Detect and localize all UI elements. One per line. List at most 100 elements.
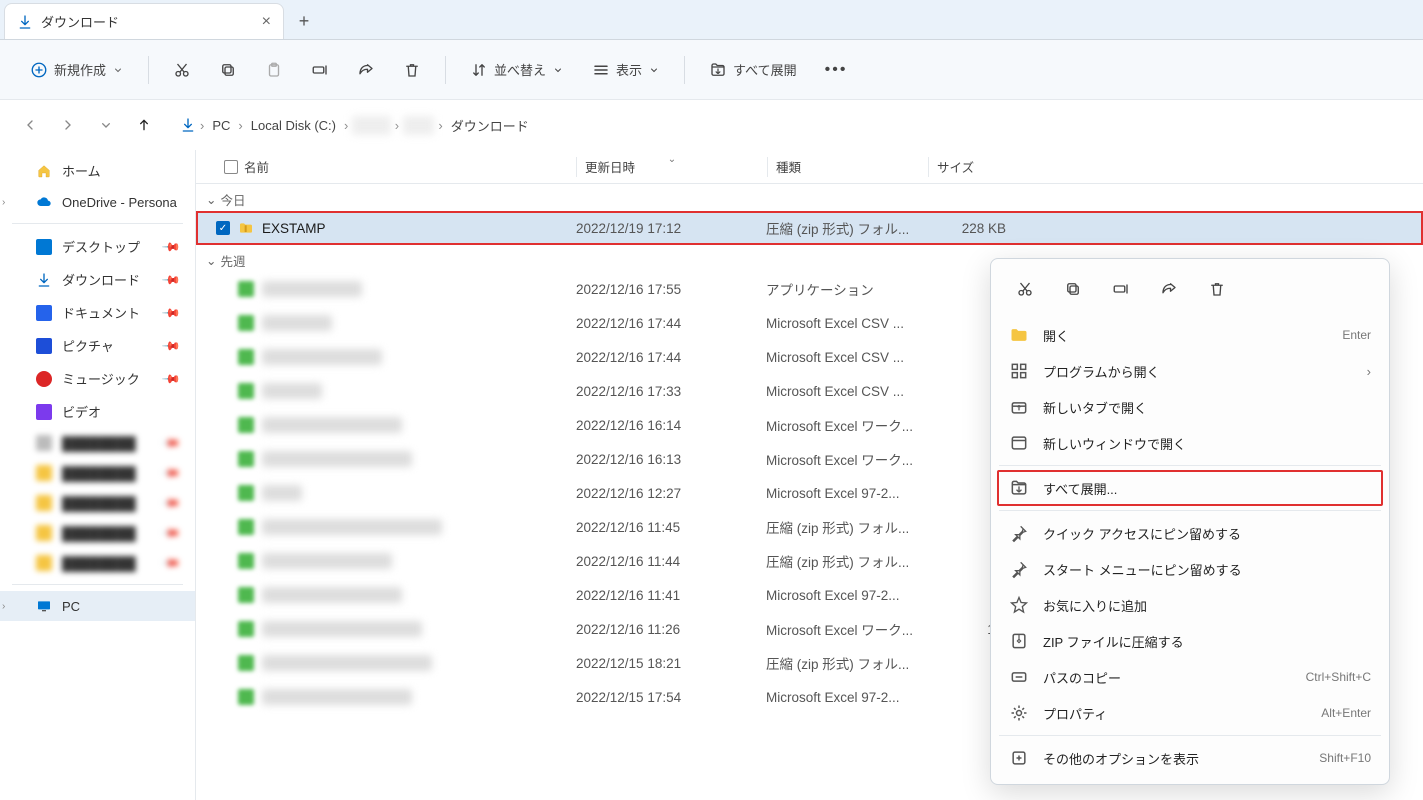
cloud-icon bbox=[36, 194, 52, 210]
sidebar-item-redacted[interactable]: ████████📌 bbox=[0, 488, 195, 518]
file-row-selected[interactable]: ✓ EXSTAMP 2022/12/19 17:12 圧縮 (zip 形式) フ… bbox=[196, 211, 1423, 245]
ctx-compress-zip[interactable]: ZIP ファイルに圧縮する bbox=[997, 623, 1383, 659]
sidebar-label: ピクチャ bbox=[62, 336, 114, 355]
sidebar-item-videos[interactable]: ビデオ bbox=[0, 395, 195, 428]
chevron-down-icon: ⌄ bbox=[206, 253, 216, 268]
col-type[interactable]: 種類 bbox=[768, 157, 928, 176]
ctx-label: クイック アクセスにピン留めする bbox=[1043, 524, 1241, 543]
sidebar-item-home[interactable]: ホーム bbox=[0, 154, 195, 187]
file-date: 2022/12/16 17:44 bbox=[576, 316, 766, 331]
document-icon bbox=[36, 305, 52, 321]
ctx-label: スタート メニューにピン留めする bbox=[1043, 560, 1242, 579]
sidebar-item-redacted[interactable]: ████████📌 bbox=[0, 548, 195, 578]
ctx-open-new-window[interactable]: 新しいウィンドウで開く bbox=[997, 425, 1383, 461]
ctx-favorite[interactable]: お気に入りに追加 bbox=[997, 587, 1383, 623]
file-date: 2022/12/16 11:41 bbox=[576, 588, 766, 603]
select-all-checkbox[interactable] bbox=[224, 160, 238, 174]
sidebar-item-music[interactable]: ミュージック📌 bbox=[0, 362, 195, 395]
sidebar-item-onedrive[interactable]: › OneDrive - Persona bbox=[0, 187, 195, 217]
trash-icon bbox=[1208, 280, 1226, 298]
home-icon bbox=[36, 163, 52, 179]
file-date: 2022/12/16 16:13 bbox=[576, 452, 766, 467]
more-icon bbox=[1009, 748, 1029, 768]
ctx-label: お気に入りに追加 bbox=[1043, 596, 1147, 615]
crumb-redacted[interactable] bbox=[403, 116, 434, 135]
ctx-label: パスのコピー bbox=[1043, 668, 1121, 687]
sort-desc-icon: ⌄ bbox=[668, 154, 676, 165]
ctx-shortcut: Ctrl+Shift+C bbox=[1306, 670, 1371, 684]
folder-zip-icon bbox=[238, 220, 254, 236]
ctx-shortcut: Enter bbox=[1342, 328, 1371, 342]
video-icon bbox=[36, 404, 52, 420]
sidebar-label: デスクトップ bbox=[62, 237, 140, 256]
group-today[interactable]: ⌄今日 bbox=[196, 184, 1423, 211]
zip-icon bbox=[1009, 631, 1029, 651]
sidebar-label: ダウンロード bbox=[62, 270, 140, 289]
separator bbox=[999, 735, 1381, 736]
ctx-delete-button[interactable] bbox=[1195, 271, 1239, 307]
file-name-redacted bbox=[262, 417, 402, 433]
col-date[interactable]: ⌄ 更新日時 bbox=[577, 157, 767, 176]
ctx-copy-path[interactable]: パスのコピー Ctrl+Shift+C bbox=[997, 659, 1383, 695]
file-type: Microsoft Excel CSV ... bbox=[766, 384, 926, 399]
ctx-cut-button[interactable] bbox=[1003, 271, 1047, 307]
file-icon bbox=[238, 451, 254, 467]
ctx-label: プログラムから開く bbox=[1043, 362, 1160, 381]
col-type-label: 種類 bbox=[776, 157, 801, 176]
file-date: 2022/12/16 11:26 bbox=[576, 622, 766, 637]
file-name-redacted bbox=[262, 655, 432, 671]
file-type: Microsoft Excel 97-2... bbox=[766, 588, 926, 603]
file-name-redacted bbox=[262, 315, 332, 331]
file-icon bbox=[238, 417, 254, 433]
col-size[interactable]: サイズ bbox=[929, 157, 1019, 176]
sidebar-item-desktop[interactable]: デスクトップ📌 bbox=[0, 230, 195, 263]
file-icon bbox=[238, 689, 254, 705]
file-type: Microsoft Excel CSV ... bbox=[766, 350, 926, 365]
sidebar-item-pc[interactable]: › PC bbox=[0, 591, 195, 621]
group-label: 今日 bbox=[220, 190, 245, 209]
chevron-right-icon: › bbox=[2, 197, 5, 208]
file-type: Microsoft Excel CSV ... bbox=[766, 316, 926, 331]
ctx-open-with[interactable]: プログラムから開く › bbox=[997, 353, 1383, 389]
pin-icon: 📌 bbox=[161, 335, 181, 355]
ctx-label: プロパティ bbox=[1043, 704, 1107, 723]
pin-icon bbox=[1009, 523, 1029, 543]
file-type: 圧縮 (zip 形式) フォル... bbox=[766, 517, 926, 537]
sidebar-item-pictures[interactable]: ピクチャ 📌 bbox=[0, 329, 195, 362]
crumb-redacted[interactable] bbox=[352, 116, 390, 135]
ctx-rename-button[interactable] bbox=[1099, 271, 1143, 307]
file-date: 2022/12/16 12:27 bbox=[576, 486, 766, 501]
sidebar-item-redacted[interactable]: ████████📌 bbox=[0, 518, 195, 548]
ctx-open[interactable]: 開く Enter bbox=[997, 317, 1383, 353]
file-icon bbox=[238, 587, 254, 603]
sidebar-item-redacted[interactable]: ████████📌 bbox=[0, 428, 195, 458]
file-icon bbox=[238, 315, 254, 331]
ctx-open-new-tab[interactable]: 新しいタブで開く bbox=[997, 389, 1383, 425]
ctx-share-button[interactable] bbox=[1147, 271, 1191, 307]
file-icon bbox=[238, 349, 254, 365]
ctx-more-options[interactable]: その他のオプションを表示 Shift+F10 bbox=[997, 740, 1383, 776]
ctx-label: 新しいウィンドウで開く bbox=[1043, 434, 1186, 453]
ctx-copy-button[interactable] bbox=[1051, 271, 1095, 307]
file-name-redacted bbox=[262, 451, 412, 467]
col-name[interactable]: 名前 bbox=[216, 157, 576, 176]
file-type: Microsoft Excel 97-2... bbox=[766, 486, 926, 501]
group-label: 先週 bbox=[220, 251, 245, 270]
file-name-redacted bbox=[262, 621, 422, 637]
file-date: 2022/12/15 17:54 bbox=[576, 690, 766, 705]
chevron-right-icon: › bbox=[1367, 364, 1371, 379]
sidebar-item-downloads[interactable]: ダウンロード📌 bbox=[0, 263, 195, 296]
context-menu-quick-actions bbox=[997, 267, 1383, 317]
ctx-pin-start[interactable]: スタート メニューにピン留めする bbox=[997, 551, 1383, 587]
sidebar-item-redacted[interactable]: ████████📌 bbox=[0, 458, 195, 488]
sidebar-item-documents[interactable]: ドキュメント📌 bbox=[0, 296, 195, 329]
ctx-properties[interactable]: プロパティ Alt+Enter bbox=[997, 695, 1383, 731]
ctx-extract-all[interactable]: すべて展開... bbox=[997, 470, 1383, 506]
file-icon bbox=[238, 553, 254, 569]
properties-icon bbox=[1009, 703, 1029, 723]
file-date: 2022/12/16 11:45 bbox=[576, 520, 766, 535]
ctx-pin-quick-access[interactable]: クイック アクセスにピン留めする bbox=[997, 515, 1383, 551]
row-checkbox[interactable]: ✓ bbox=[216, 221, 230, 235]
file-date: 2022/12/15 18:21 bbox=[576, 656, 766, 671]
ctx-label: 開く bbox=[1043, 326, 1069, 345]
